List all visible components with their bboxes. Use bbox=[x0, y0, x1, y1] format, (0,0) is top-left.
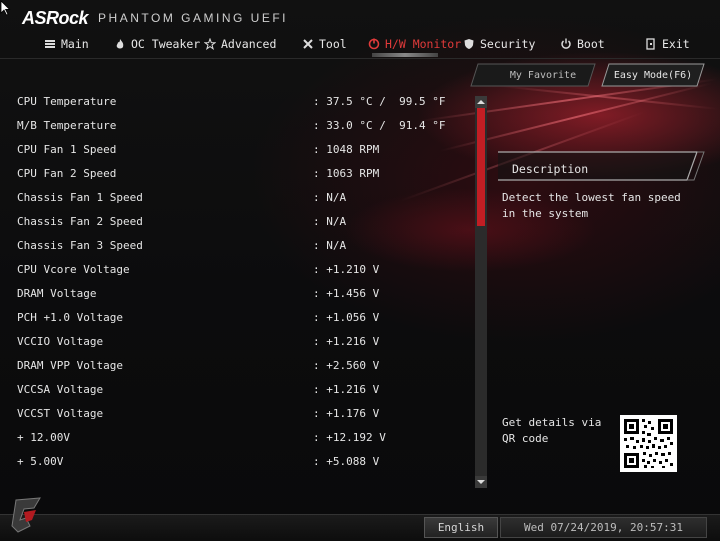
top-menu-bar: Main OC Tweaker Advanced Tool H/W Monito… bbox=[0, 34, 720, 56]
menu-hw-monitor[interactable]: H/W Monitor bbox=[368, 34, 461, 54]
phantom-gaming-logo bbox=[11, 497, 41, 533]
language-button[interactable]: English bbox=[424, 517, 498, 538]
menu-tool[interactable]: Tool bbox=[302, 34, 347, 54]
qr-code-image bbox=[620, 415, 677, 472]
description-text: Detect the lowest fan speed in the syste… bbox=[502, 191, 681, 220]
easy-mode-button[interactable]: Easy Mode(F6) bbox=[601, 63, 705, 87]
list-item[interactable]: M/B Temperature: 33.0 °C / 91.4 °F bbox=[17, 117, 445, 133]
menu-label: H/W Monitor bbox=[385, 37, 462, 51]
scroll-up-button[interactable] bbox=[475, 96, 487, 108]
menu-label: Boot bbox=[577, 37, 605, 51]
easy-mode-label: Easy Mode(F6) bbox=[613, 69, 693, 81]
exit-icon bbox=[646, 38, 655, 50]
scrollbar-thumb[interactable] bbox=[477, 108, 485, 226]
flame-icon bbox=[116, 39, 124, 49]
list-item[interactable]: DRAM Voltage: +1.456 V bbox=[17, 285, 437, 301]
list-item[interactable]: + 12.00V: +12.192 V bbox=[17, 429, 437, 445]
list-item[interactable]: VCCST Voltage: +1.176 V bbox=[17, 405, 437, 421]
list-item[interactable]: VCCSA Voltage: +1.216 V bbox=[17, 381, 437, 397]
menu-exit[interactable]: Exit bbox=[645, 34, 690, 54]
menu-label: Security bbox=[480, 37, 536, 51]
brand-header: ASRock PHANTOM GAMING UEFI bbox=[22, 8, 288, 28]
list-item[interactable]: PCH +1.0 Voltage: +1.056 V bbox=[17, 309, 437, 325]
menu-main[interactable]: Main bbox=[44, 34, 89, 54]
menu-label: Exit bbox=[662, 37, 690, 51]
qr-caption: Get details via QR code bbox=[502, 416, 602, 445]
my-favorite-button[interactable]: My Favorite bbox=[470, 63, 596, 87]
power-icon bbox=[561, 38, 571, 49]
asrock-logo: ASRock bbox=[22, 7, 89, 28]
chevron-up-icon bbox=[477, 100, 485, 104]
menu-boot[interactable]: Boot bbox=[560, 34, 605, 54]
menu-oc-tweaker[interactable]: OC Tweaker bbox=[114, 34, 200, 54]
chevron-down-icon bbox=[477, 480, 485, 484]
list-item[interactable]: VCCIO Voltage: +1.216 V bbox=[17, 333, 437, 349]
brand-subtitle: PHANTOM GAMING UEFI bbox=[98, 11, 288, 25]
monitor-icon bbox=[368, 38, 380, 50]
active-tab-indicator bbox=[372, 53, 438, 57]
list-item[interactable]: CPU Vcore Voltage: +1.210 V bbox=[17, 261, 437, 277]
menu-security[interactable]: Security bbox=[463, 34, 535, 54]
list-item[interactable]: CPU Fan 2 Speed: 1063 RPM bbox=[17, 165, 437, 181]
menu-label: Tool bbox=[319, 37, 347, 51]
list-item[interactable]: Chassis Fan 2 Speed: N/A bbox=[17, 213, 437, 229]
header-divider bbox=[0, 58, 720, 59]
menu-label: Main bbox=[61, 37, 89, 51]
list-item[interactable]: CPU Fan 1 Speed: 1048 RPM bbox=[17, 141, 437, 157]
list-item[interactable]: + 5.00V: +5.088 V bbox=[17, 453, 437, 469]
description-title: Description bbox=[512, 162, 589, 176]
scroll-down-button[interactable] bbox=[475, 476, 487, 488]
datetime-display: Wed 07/24/2019, 20:57:31 bbox=[500, 517, 707, 538]
menu-advanced[interactable]: Advanced bbox=[204, 34, 276, 54]
star-icon bbox=[204, 38, 216, 50]
list-icon bbox=[45, 40, 55, 48]
mouse-pointer-icon bbox=[0, 0, 11, 16]
list-item[interactable]: DRAM VPP Voltage: +2.560 V bbox=[17, 357, 437, 373]
tools-icon bbox=[303, 39, 313, 49]
menu-label: OC Tweaker bbox=[131, 37, 201, 51]
list-item[interactable]: Chassis Fan 1 Speed: N/A bbox=[17, 189, 437, 205]
shield-icon bbox=[464, 39, 474, 49]
list-item[interactable]: Chassis Fan 3 Speed: N/A bbox=[17, 237, 437, 253]
list-item[interactable]: CPU Temperature: 37.5 °C / 99.5 °F bbox=[17, 93, 445, 109]
my-favorite-label: My Favorite bbox=[509, 69, 577, 81]
menu-label: Advanced bbox=[221, 37, 277, 51]
